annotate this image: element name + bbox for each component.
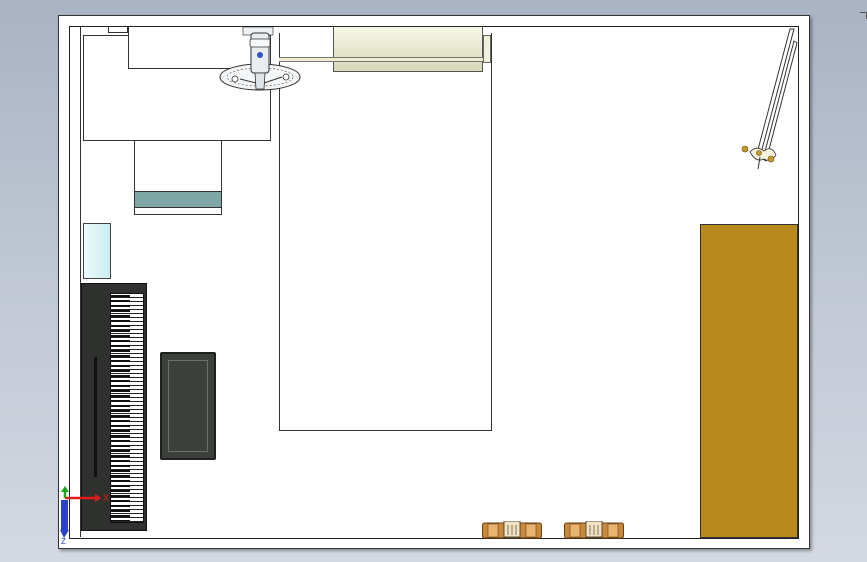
guitar-stand-icon[interactable] (730, 27, 800, 177)
triad-x-label: X (103, 493, 109, 503)
speaker-icon[interactable] (564, 521, 624, 539)
curtain-rod (279, 57, 490, 62)
piano-music-rest (94, 357, 97, 477)
desk-top-tab (108, 27, 128, 33)
viewport-corner-mark (860, 12, 867, 19)
bed-headboard[interactable] (333, 27, 483, 72)
axis-triad-icon[interactable]: X Z (59, 486, 119, 546)
triad-z-label: Z (61, 537, 66, 546)
wardrobe[interactable] (700, 224, 798, 538)
bed[interactable] (279, 33, 492, 431)
chair-cushion (134, 191, 222, 208)
ceiling-fan-icon[interactable] (210, 27, 310, 107)
piano-bench[interactable] (160, 352, 216, 460)
speaker-icon[interactable] (482, 521, 542, 539)
drawing-sheet: X Z (58, 15, 810, 549)
left-window[interactable] (83, 223, 111, 279)
bench-seat (168, 360, 208, 452)
curtain-rod-end (483, 35, 491, 63)
room-outline[interactable] (69, 26, 799, 539)
